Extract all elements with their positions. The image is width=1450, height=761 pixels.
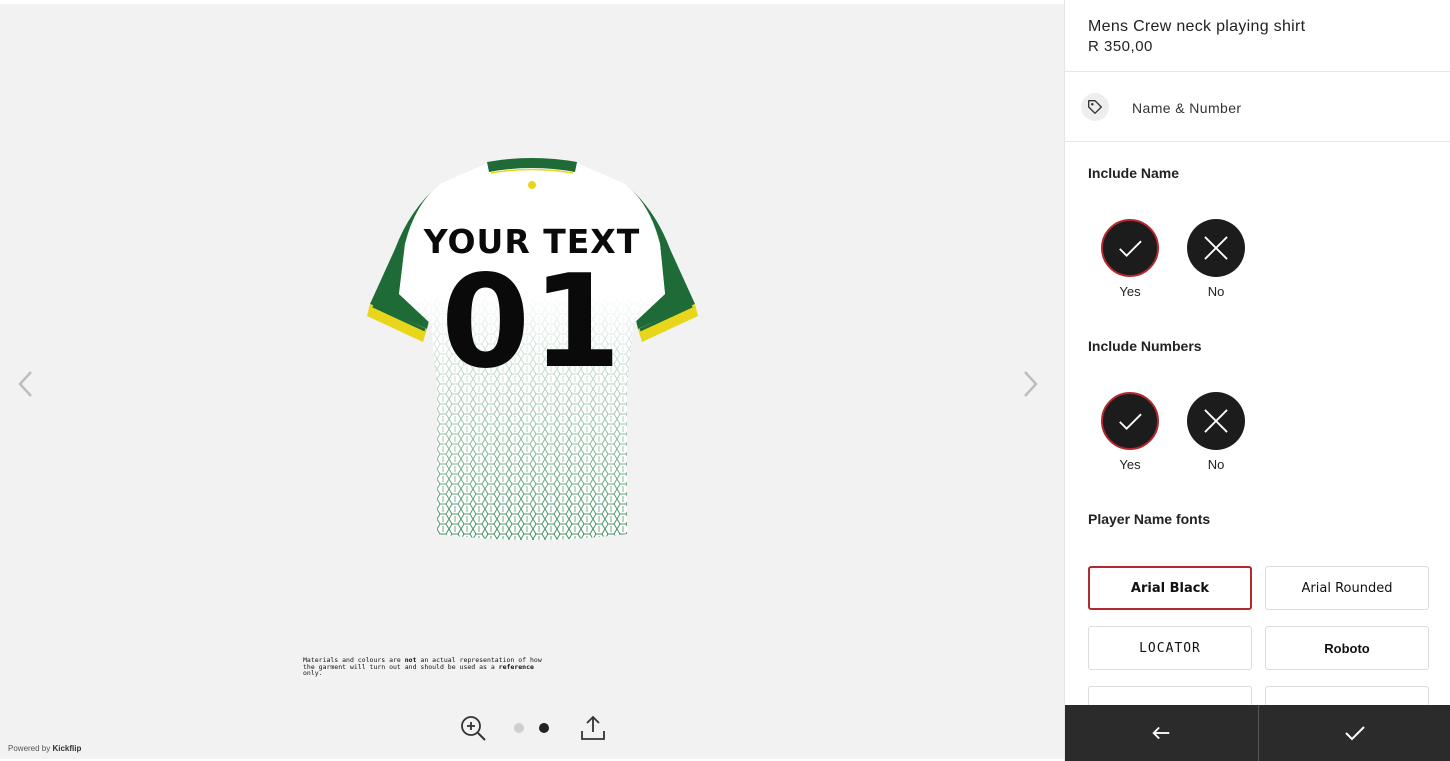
product-title: Mens Crew neck playing shirt	[1088, 18, 1306, 35]
font-option-roboto[interactable]: Roboto	[1265, 626, 1429, 670]
tag-icon	[1081, 93, 1109, 121]
shirt-preview: YOUR TEXT 01	[367, 158, 698, 540]
check-icon	[1345, 726, 1365, 741]
section-name-number[interactable]: Name & Number	[1065, 72, 1450, 142]
include-numbers-yes[interactable]: Yes	[1100, 392, 1160, 472]
previous-view-button[interactable]	[16, 369, 36, 399]
product-header: Mens Crew neck playing shirt R 350,00	[1065, 0, 1450, 72]
confirm-button[interactable]	[1257, 705, 1450, 761]
close-icon	[1204, 236, 1228, 260]
share-upload-icon	[581, 715, 605, 740]
product-viewer: YOUR TEXT 01 Materials and colours are n…	[0, 4, 1064, 759]
chevron-right-icon	[1024, 371, 1038, 397]
check-icon	[1119, 413, 1142, 430]
powered-by-label: Powered by Kickflip	[8, 744, 82, 753]
product-price: R 350,00	[1088, 38, 1153, 55]
font-option-locator[interactable]: LOCATOR	[1088, 626, 1252, 670]
option-label: No	[1207, 284, 1225, 299]
close-icon	[1204, 409, 1228, 433]
option-label: Yes	[1119, 457, 1141, 472]
back-button[interactable]	[1065, 705, 1258, 761]
include-name-no[interactable]: No	[1186, 219, 1246, 299]
option-label: No	[1207, 457, 1225, 472]
include-numbers-yes-circle	[1101, 392, 1159, 450]
option-label: Yes	[1119, 284, 1141, 299]
customization-panel: Mens Crew neck playing shirt R 350,00 Na…	[1064, 0, 1450, 761]
section-label: Name & Number	[1132, 100, 1242, 116]
check-icon	[1119, 240, 1142, 257]
include-numbers-title: Include Numbers	[1088, 338, 1202, 354]
include-name-yes[interactable]: Yes	[1100, 219, 1160, 299]
include-numbers-no-circle	[1187, 392, 1245, 450]
player-name-fonts-title: Player Name fonts	[1088, 511, 1211, 527]
include-name-title: Include Name	[1088, 165, 1180, 181]
disclaimer-text: Materials and colours are not an actual …	[303, 656, 542, 677]
next-view-button[interactable]	[1020, 369, 1040, 399]
panel-footer	[1065, 705, 1450, 761]
include-numbers-no[interactable]: No	[1186, 392, 1246, 472]
shirt-number-print: 01	[441, 248, 623, 397]
share-button[interactable]	[578, 713, 608, 743]
font-option-arial-black[interactable]: Arial Black	[1088, 566, 1252, 610]
view-dot-1[interactable]	[514, 723, 524, 733]
include-name-yes-circle	[1101, 219, 1159, 277]
include-name-no-circle	[1187, 219, 1245, 277]
zoom-in-icon	[461, 716, 486, 741]
view-dot-2[interactable]	[539, 723, 549, 733]
chevron-left-icon	[18, 371, 32, 397]
font-option-arial-rounded[interactable]: Arial Rounded	[1265, 566, 1429, 610]
zoom-button[interactable]	[458, 713, 488, 743]
arrow-left-icon	[1152, 726, 1170, 740]
